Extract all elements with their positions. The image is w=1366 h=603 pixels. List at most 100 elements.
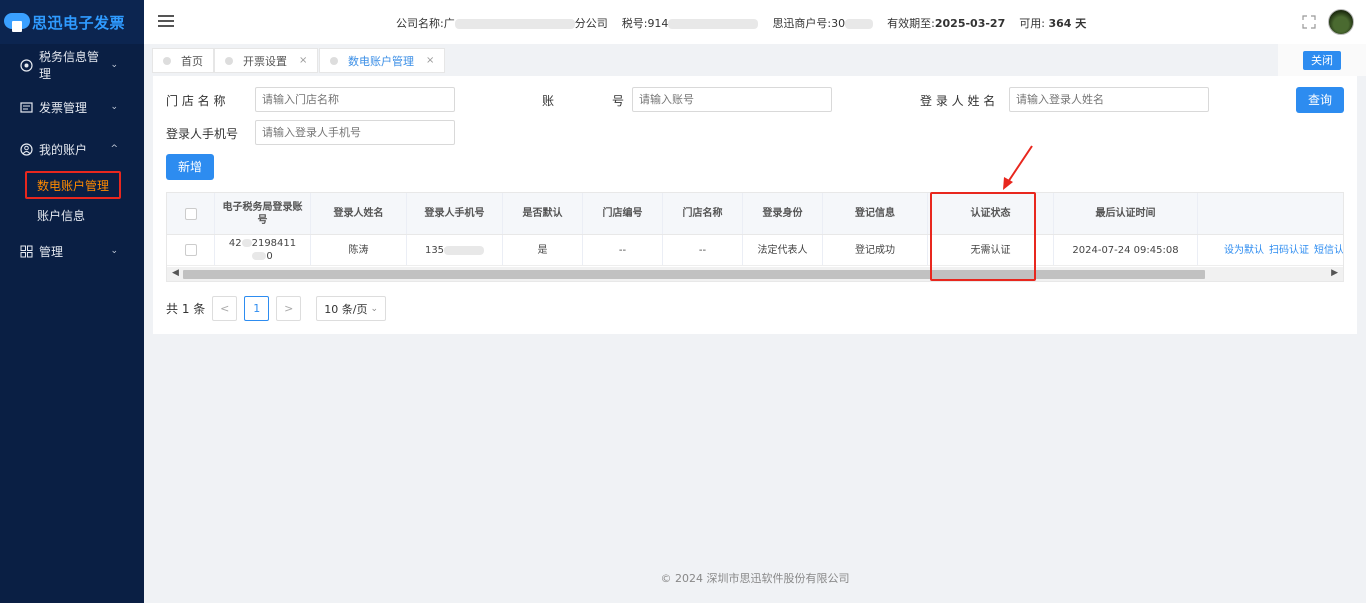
scroll-thumb[interactable]: [183, 270, 1205, 279]
page-size-value: 10 条/页: [324, 302, 368, 316]
tab-home[interactable]: 首页: [152, 48, 214, 73]
tab-invoice-settings[interactable]: 开票设置 ×: [214, 48, 319, 73]
chevron-down-icon: ⌄: [110, 102, 118, 112]
tab-label: 开票设置: [243, 54, 287, 68]
sidebar-item-manage[interactable]: 管理 ⌄: [0, 230, 144, 272]
close-tabs-button[interactable]: 关闭: [1303, 51, 1341, 70]
sidebar-item-label: 发票管理: [39, 100, 88, 115]
sidebar-item-invoice[interactable]: 发票管理 ⌄: [0, 86, 144, 128]
table-row: 42 2198411 0 陈涛 135 是 -- -- 法定代表人 登记成功 无需…: [167, 235, 1343, 266]
column-header: 登录身份: [743, 193, 823, 234]
footer-copyright: © 2024 深圳市思迅软件股份有限公司: [660, 572, 850, 585]
annotation-arrow-icon: [1003, 145, 1033, 190]
avatar[interactable]: [1328, 9, 1354, 35]
tab-label: 首页: [181, 54, 203, 68]
pagination: 共 1 条 < 1 > 10 条/页 ⌄: [166, 296, 387, 321]
top-header: 公司名称:广 分公司 税号:914 思迅商户号:30 有效期至:2025-03-2…: [144, 0, 1366, 44]
available-days: 可用: 364 天: [1019, 17, 1087, 30]
store-name-cell: --: [663, 235, 743, 265]
tab-dot-icon: [163, 56, 171, 65]
column-header: 最后认证时间: [1054, 193, 1198, 234]
close-icon[interactable]: ×: [299, 55, 307, 66]
sidebar-subitem-label: 账户信息: [37, 208, 86, 223]
row-select-cell[interactable]: [167, 235, 215, 265]
brand-logo[interactable]: 思迅电子发票: [0, 0, 144, 44]
prev-page-button[interactable]: <: [212, 296, 238, 321]
registration-cell: 登记成功: [823, 235, 928, 265]
login-phone-label: 登录人手机号: [166, 127, 239, 141]
chevron-up-icon: ^: [110, 144, 118, 154]
company-name: 公司名称:广 分公司: [396, 17, 608, 30]
fullscreen-icon[interactable]: [1302, 15, 1316, 29]
horizontal-scrollbar[interactable]: ◀ ▶: [167, 267, 1343, 281]
scan-auth-link[interactable]: 扫码认证: [1269, 244, 1309, 257]
tab-dot-icon: [225, 56, 233, 65]
tab-bar: 首页 开票设置 × 数电账户管理 × 关闭: [144, 44, 1366, 76]
name-cell: 陈涛: [311, 235, 407, 265]
highlight-box: [25, 171, 121, 199]
auth-status-highlight: [930, 192, 1036, 281]
sidebar-item-tax-info[interactable]: 税务信息管理 ⌄: [0, 44, 144, 86]
tab-digital-account[interactable]: 数电账户管理 ×: [319, 48, 446, 73]
sidebar-item-label: 税务信息管理: [39, 50, 100, 81]
store-name-input[interactable]: [255, 87, 455, 112]
default-cell: 是: [503, 235, 583, 265]
chevron-down-icon: ⌄: [110, 60, 118, 70]
store-no-cell: --: [583, 235, 663, 265]
sidebar-item-my-account[interactable]: 我的账户 ^: [0, 128, 144, 170]
invoice-icon: [20, 101, 33, 114]
sidebar-item-label: 管理: [39, 244, 64, 259]
close-icon[interactable]: ×: [426, 55, 434, 66]
account-icon: [20, 142, 33, 156]
main-panel: 门 店 名 称 账 号 登 录 人 姓 名 查询 登录人手机号 新增 电子税务局…: [153, 76, 1357, 334]
chevron-down-icon: ⌄: [110, 246, 118, 256]
actions-cell: 设为默认 扫码认证 短信认: [1198, 235, 1343, 265]
column-header: 是否默认: [503, 193, 583, 234]
set-default-link[interactable]: 设为默认: [1224, 244, 1264, 257]
next-page-button[interactable]: >: [276, 296, 302, 321]
scroll-right-icon[interactable]: ▶: [1331, 268, 1338, 278]
page-1-button[interactable]: 1: [244, 296, 270, 321]
identity-cell: 法定代表人: [743, 235, 823, 265]
column-header: 电子税务局登录账号: [215, 193, 311, 234]
add-button[interactable]: 新增: [166, 154, 214, 180]
store-name-label: 门 店 名 称: [166, 94, 226, 108]
login-phone-input[interactable]: [255, 120, 455, 145]
column-header: 登记信息: [823, 193, 928, 234]
select-all-checkbox[interactable]: [184, 207, 197, 220]
table-header: 电子税务局登录账号 登录人姓名 登录人手机号 是否默认 门店编号 门店名称 登录…: [167, 193, 1343, 235]
accounts-table: 电子税务局登录账号 登录人姓名 登录人手机号 是否默认 门店编号 门店名称 登录…: [166, 192, 1344, 282]
last-auth-time-cell: 2024-07-24 09:45:08: [1054, 235, 1198, 265]
expiry-date: 有效期至:2025-03-27: [887, 17, 1006, 30]
column-header: 操: [1198, 193, 1343, 234]
sidebar-subitem-digital-account[interactable]: 数电账户管理: [0, 170, 144, 200]
account-label-right: 号: [612, 94, 625, 108]
select-all-cell[interactable]: [167, 193, 215, 234]
search-button[interactable]: 查询: [1296, 87, 1344, 113]
login-name-label: 登 录 人 姓 名: [920, 94, 996, 108]
grid-icon: [20, 245, 33, 258]
account-cell: 42 2198411 0: [215, 235, 311, 265]
tab-dot-icon: [330, 56, 338, 65]
total-count: 共 1 条: [166, 302, 206, 316]
page-size-select[interactable]: 10 条/页 ⌄: [316, 296, 387, 321]
column-header: 登录人手机号: [407, 193, 503, 234]
merchant-number: 思迅商户号:30: [772, 15, 874, 31]
cloud-invoice-icon: [4, 11, 30, 33]
account-input[interactable]: [632, 87, 832, 112]
column-header: 门店名称: [663, 193, 743, 234]
brand-name: 思迅电子发票: [32, 13, 126, 32]
row-checkbox[interactable]: [184, 244, 197, 256]
tax-icon: [20, 58, 33, 72]
menu-toggle-icon[interactable]: [158, 15, 174, 27]
login-name-input[interactable]: [1009, 87, 1209, 112]
sidebar: 思迅电子发票 税务信息管理 ⌄ 发票管理 ⌄ 我的账户 ^ 数电账户管理 账户信…: [0, 0, 144, 603]
sms-auth-link[interactable]: 短信认: [1314, 244, 1343, 257]
phone-cell: 135: [407, 235, 503, 265]
column-header: 登录人姓名: [311, 193, 407, 234]
scroll-left-icon[interactable]: ◀: [172, 268, 179, 278]
sidebar-subitem-account-info[interactable]: 账户信息: [0, 200, 144, 230]
tab-label: 数电账户管理: [348, 54, 414, 68]
chevron-down-icon: ⌄: [370, 303, 379, 314]
account-label-left: 账: [542, 94, 555, 108]
